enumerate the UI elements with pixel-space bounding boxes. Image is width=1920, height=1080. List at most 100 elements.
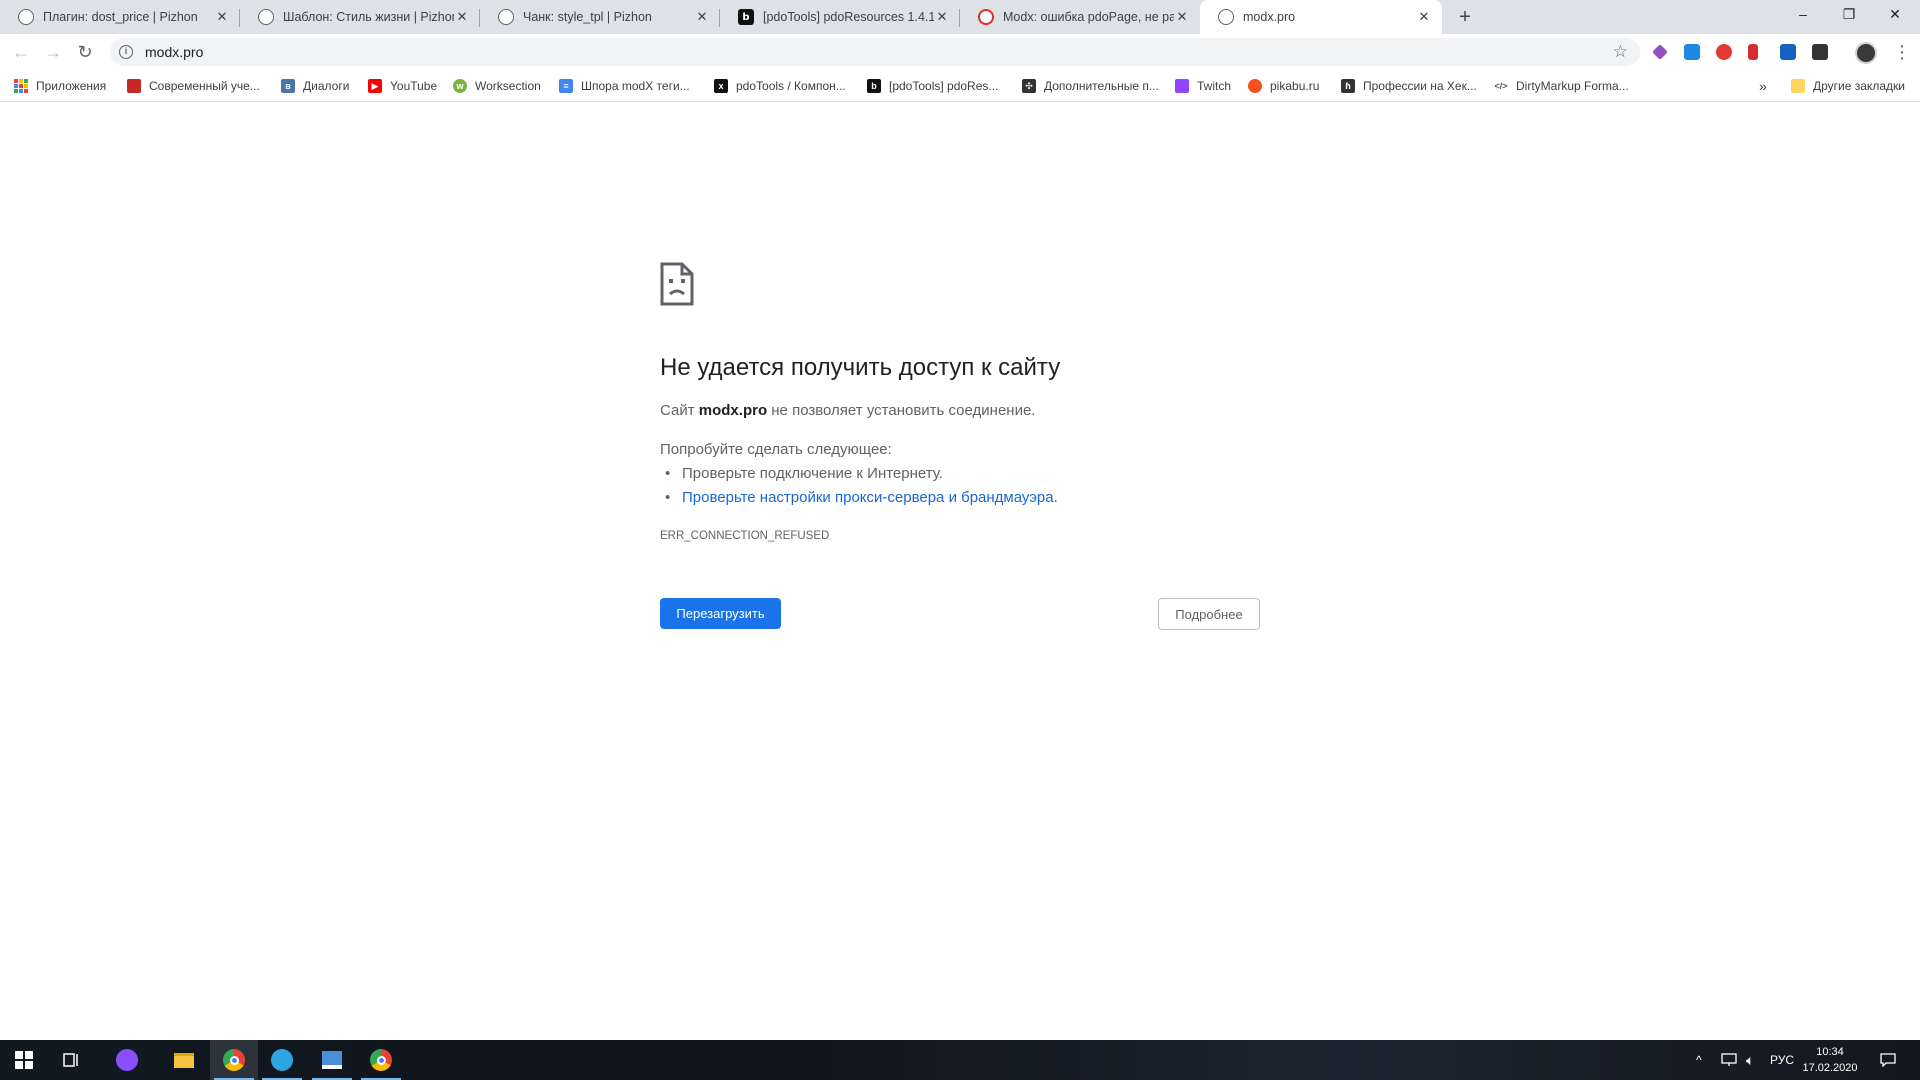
close-window-button[interactable]: ✕ bbox=[1872, 0, 1918, 30]
language-indicator[interactable]: РУС bbox=[1770, 1040, 1794, 1080]
bookmark-item[interactable]: b [pdoTools] pdoRes... bbox=[867, 77, 998, 95]
windows-start-icon[interactable] bbox=[12, 1048, 36, 1072]
maximize-button[interactable]: ❐ bbox=[1826, 0, 1872, 30]
close-tab-icon[interactable]: ✕ bbox=[454, 9, 470, 25]
bookmark-apps[interactable]: Приложения bbox=[14, 77, 106, 95]
tab-2[interactable]: Шаблон: Стиль жизни | Pizhon ✕ bbox=[240, 0, 480, 34]
tab-title: Шаблон: Стиль жизни | Pizhon bbox=[283, 10, 454, 24]
extension-icon[interactable] bbox=[1684, 44, 1700, 60]
alice-icon[interactable] bbox=[115, 1048, 139, 1072]
pikabu-icon bbox=[1248, 79, 1262, 93]
twitch-icon bbox=[1175, 79, 1189, 93]
tab-3[interactable]: Чанк: style_tpl | Pizhon ✕ bbox=[480, 0, 720, 34]
globe-icon bbox=[18, 9, 34, 25]
bookmark-item[interactable]: x pdoTools / Компон... bbox=[714, 77, 846, 95]
doc-icon: ≡ bbox=[559, 79, 573, 93]
tab-6-active[interactable]: modx.pro ✕ bbox=[1200, 0, 1442, 34]
bookmark-label: pdoTools / Компон... bbox=[736, 79, 846, 93]
tab-title: Modx: ошибка pdoPage, не раб bbox=[1003, 10, 1174, 24]
tab-title: Плагин: dost_price | Pizhon bbox=[43, 10, 198, 24]
try-label: Попробуйте сделать следующее: bbox=[660, 441, 892, 458]
close-tab-icon[interactable]: ✕ bbox=[934, 9, 950, 25]
bookmarks-overflow-button[interactable]: » bbox=[1759, 77, 1767, 95]
chrome-second-icon[interactable] bbox=[369, 1048, 393, 1072]
other-bookmarks-folder[interactable]: Другие закладки bbox=[1791, 77, 1905, 95]
bookmark-item[interactable]: </> DirtyMarkup Forma... bbox=[1494, 77, 1629, 95]
cube-extension-icon[interactable] bbox=[1812, 44, 1828, 60]
opera-extension-icon[interactable] bbox=[1716, 44, 1732, 60]
bookmark-label: DirtyMarkup Forma... bbox=[1516, 79, 1629, 93]
desc-prefix: Сайт bbox=[660, 402, 699, 419]
notifications-icon[interactable] bbox=[1880, 1040, 1896, 1080]
telegram-icon[interactable] bbox=[270, 1048, 294, 1072]
tab-title: Чанк: style_tpl | Pizhon bbox=[523, 10, 652, 24]
puzzle-icon: ✣ bbox=[1022, 79, 1036, 93]
forward-button[interactable]: → bbox=[41, 40, 65, 64]
code-icon: </> bbox=[1494, 81, 1508, 91]
b-icon: b bbox=[867, 79, 881, 93]
bookmark-item[interactable]: Twitch bbox=[1175, 77, 1231, 95]
minimize-button[interactable]: – bbox=[1780, 0, 1826, 30]
info-icon[interactable]: i bbox=[119, 45, 133, 59]
profile-avatar[interactable] bbox=[1855, 42, 1877, 64]
close-tab-icon[interactable]: ✕ bbox=[214, 9, 230, 25]
pen-extension-icon[interactable] bbox=[1652, 44, 1668, 60]
system-clock[interactable]: 10:34 17.02.2020 bbox=[1795, 1044, 1865, 1076]
file-explorer-icon[interactable] bbox=[172, 1048, 196, 1072]
equalizer-extension-icon[interactable] bbox=[1748, 44, 1758, 60]
task-view-icon[interactable] bbox=[60, 1048, 84, 1072]
details-button[interactable]: Подробнее bbox=[1158, 598, 1260, 630]
tab-5[interactable]: Modx: ошибка pdoPage, не раб ✕ bbox=[960, 0, 1200, 34]
bookmark-label: Worksection bbox=[475, 79, 541, 93]
tray-chevron-icon[interactable]: ^ bbox=[1696, 1040, 1702, 1080]
chrome-icon[interactable] bbox=[222, 1048, 246, 1072]
bookmark-label: [pdoTools] pdoRes... bbox=[889, 79, 999, 93]
reload-button[interactable]: ↻ bbox=[73, 40, 97, 64]
volume-icon[interactable]: 🔈︎ bbox=[1746, 1040, 1754, 1080]
bookmarks-bar: Приложения Современный учe... в Диалоги … bbox=[0, 70, 1920, 102]
menu-icon[interactable]: ⋮ bbox=[1893, 40, 1911, 64]
back-button[interactable]: ← bbox=[9, 40, 33, 64]
bookmark-item[interactable]: в Диалоги bbox=[281, 77, 349, 95]
address-bar[interactable]: i modx.pro ☆ bbox=[110, 38, 1640, 66]
clock-date: 17.02.2020 bbox=[1802, 1062, 1858, 1074]
bookmark-item[interactable]: ▶ YouTube bbox=[368, 77, 437, 95]
worksection-icon: w bbox=[453, 79, 467, 93]
taskbar: ^ 🔈︎ РУС 10:34 17.02.2020 bbox=[0, 1040, 1920, 1080]
youtube-icon: ▶ bbox=[368, 79, 382, 93]
suggestion-check-connection: Проверьте подключение к Интернету. bbox=[665, 465, 943, 482]
bookmark-item[interactable]: w Worksection bbox=[453, 77, 541, 95]
tab-1[interactable]: Плагин: dost_price | Pizhon ✕ bbox=[0, 0, 240, 34]
close-tab-icon[interactable]: ✕ bbox=[1174, 9, 1190, 25]
close-tab-icon[interactable]: ✕ bbox=[1416, 9, 1432, 25]
globe-icon bbox=[1218, 9, 1234, 25]
bookmark-star-icon[interactable]: ☆ bbox=[1613, 42, 1628, 62]
network-icon[interactable] bbox=[1720, 1040, 1738, 1080]
tab-4[interactable]: b [pdoTools] pdoResources 1.4.1 / ✕ bbox=[720, 0, 960, 34]
tab-title: modx.pro bbox=[1243, 10, 1296, 24]
bookmark-item[interactable]: ✣ Дополнительные п... bbox=[1022, 77, 1159, 95]
app-downloader-icon[interactable] bbox=[320, 1048, 344, 1072]
suggestion-check-proxy-link[interactable]: Проверьте настройки прокси-сервера и бра… bbox=[665, 489, 1058, 506]
bookmark-item[interactable]: pikabu.ru bbox=[1248, 77, 1319, 95]
bookmark-label: Twitch bbox=[1197, 79, 1232, 93]
bookmark-item[interactable]: ≡ Шпора modX теги... bbox=[559, 77, 690, 95]
bookmark-item[interactable]: Современный учe... bbox=[127, 77, 260, 95]
new-tab-button[interactable]: + bbox=[1452, 4, 1478, 30]
tab-title: [pdoTools] pdoResources 1.4.1 / bbox=[763, 10, 934, 24]
modx-icon bbox=[978, 9, 994, 25]
reload-page-button[interactable]: Перезагрузить bbox=[660, 598, 781, 629]
globe-icon bbox=[498, 9, 514, 25]
globe-icon bbox=[258, 9, 274, 25]
url-text[interactable]: modx.pro bbox=[145, 44, 203, 60]
bookmark-label: Современный учe... bbox=[149, 79, 260, 93]
bookmark-label: Диалоги bbox=[303, 79, 350, 93]
hex-icon: ɦ bbox=[1341, 79, 1355, 93]
vpn-extension-icon[interactable] bbox=[1780, 44, 1796, 60]
tab-strip: Плагин: dost_price | Pizhon ✕ Шаблон: Ст… bbox=[0, 0, 1920, 34]
close-tab-icon[interactable]: ✕ bbox=[694, 9, 710, 25]
bookmark-label: pikabu.ru bbox=[1270, 79, 1320, 93]
bookmark-label: YouTube bbox=[390, 79, 438, 93]
error-code: ERR_CONNECTION_REFUSED bbox=[660, 530, 830, 542]
bookmark-item[interactable]: ɦ Профессии на Хек... bbox=[1341, 77, 1477, 95]
